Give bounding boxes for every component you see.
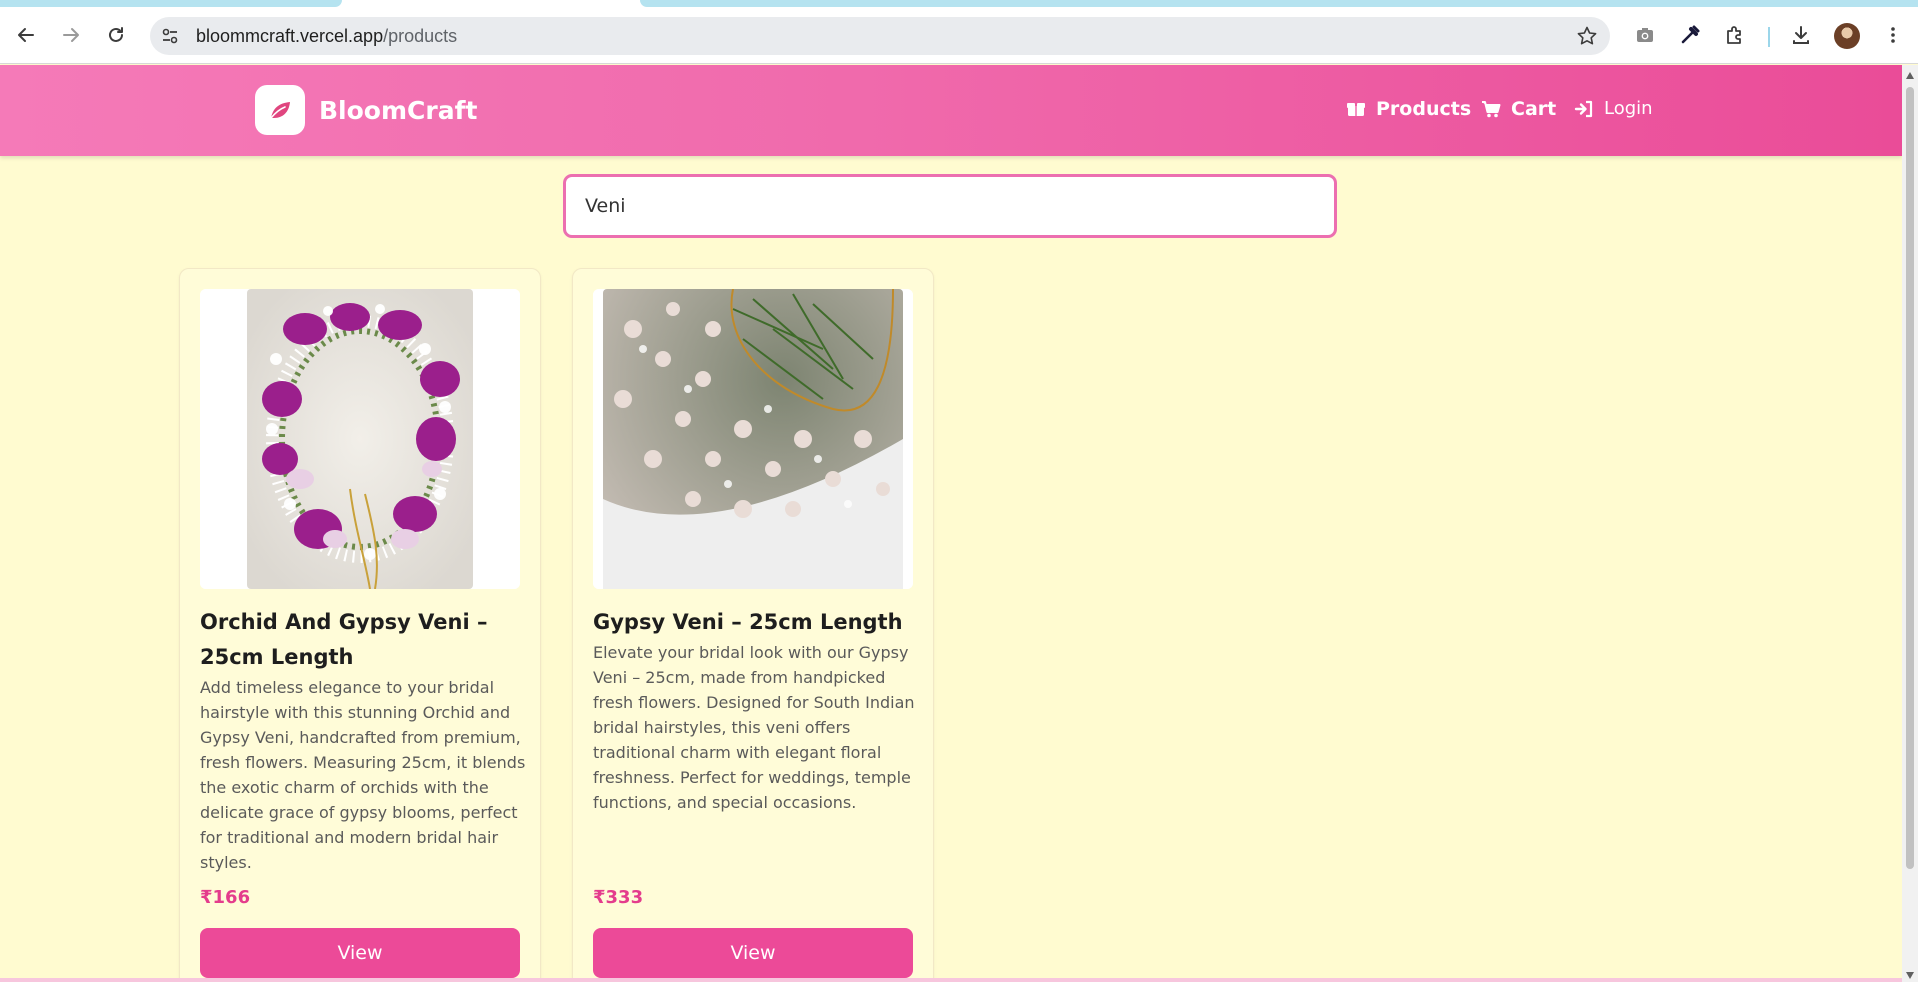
menu-kebab-icon[interactable]: [1880, 22, 1906, 48]
nav-cart-link[interactable]: Cart: [1481, 98, 1556, 120]
download-icon[interactable]: [1788, 22, 1814, 48]
page-scrollbar[interactable]: [1902, 65, 1918, 982]
product-price: ₹166: [200, 887, 251, 908]
product-description: Elevate your bridal look with our Gypsy …: [593, 643, 915, 812]
page-bottom-edge: [0, 978, 1902, 982]
scrollbar-thumb[interactable]: [1906, 87, 1914, 869]
toolbar-divider: [1768, 27, 1770, 47]
browser-toolbar: bloommcraft.vercel.app/products: [0, 7, 1918, 64]
product-title[interactable]: Gypsy Veni – 25cm Length: [593, 605, 919, 640]
site-info-icon[interactable]: [160, 26, 180, 46]
cart-icon: [1482, 101, 1501, 118]
eyedropper-icon[interactable]: [1677, 22, 1703, 48]
browser-tab-strip: [0, 0, 1918, 7]
product-title[interactable]: Orchid And Gypsy Veni – 25cm Length: [200, 605, 526, 675]
brand-name[interactable]: BloomCraft: [319, 96, 477, 125]
product-image[interactable]: [200, 289, 520, 589]
url-host: bloommcraft.vercel.app: [196, 26, 384, 46]
sign-in-icon: [1574, 100, 1593, 117]
nav-login-link[interactable]: Login: [1574, 98, 1653, 119]
view-button[interactable]: View: [593, 928, 913, 978]
screenshot-camera-icon[interactable]: [1632, 22, 1658, 48]
forward-icon[interactable]: [57, 21, 85, 49]
url-text: bloommcraft.vercel.app/products: [196, 26, 457, 47]
site-header: BloomCraft Products Cart Login: [0, 65, 1902, 156]
product-price: ₹333: [593, 887, 644, 908]
view-button[interactable]: View: [200, 928, 520, 978]
nav-cart-label: Cart: [1511, 98, 1557, 120]
product-card: Orchid And Gypsy Veni – 25cm Length Add …: [179, 268, 541, 982]
nav-products-label: Products: [1376, 98, 1472, 120]
bookmark-star-icon[interactable]: [1576, 25, 1598, 47]
scroll-down-arrow-icon[interactable]: [1906, 972, 1914, 979]
extensions-icon[interactable]: [1722, 22, 1748, 48]
browser-tab[interactable]: [0, 0, 342, 7]
leaf-icon: [270, 102, 290, 119]
search-input[interactable]: [563, 174, 1337, 238]
product-image[interactable]: [593, 289, 913, 589]
logo[interactable]: [255, 85, 305, 135]
reload-icon[interactable]: [102, 21, 130, 49]
browser-tab[interactable]: [640, 0, 1918, 7]
nav-products-link[interactable]: Products: [1346, 98, 1471, 120]
scroll-up-arrow-icon[interactable]: [1906, 72, 1914, 79]
address-bar[interactable]: bloommcraft.vercel.app/products: [150, 17, 1610, 55]
profile-avatar[interactable]: [1834, 23, 1860, 49]
boxes-icon: [1347, 103, 1365, 116]
product-card: Gypsy Veni – 25cm Length Elevate your br…: [572, 268, 934, 982]
url-path: /products: [383, 26, 458, 46]
gypsy-veni-photo: [593, 289, 913, 589]
product-description: Add timeless elegance to your bridal hai…: [200, 678, 526, 872]
nav-login-label: Login: [1604, 98, 1653, 119]
back-icon[interactable]: [12, 21, 40, 49]
orchid-veni-photo: [200, 289, 520, 589]
